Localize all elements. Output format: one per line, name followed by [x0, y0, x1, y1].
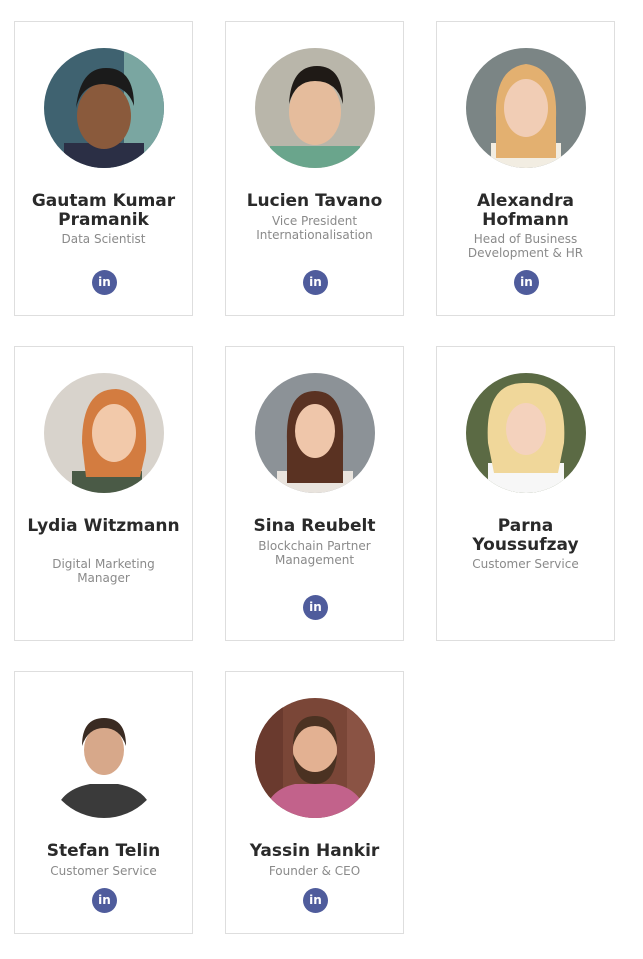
member-role: Customer Service — [472, 557, 579, 571]
member-name: Stefan Telin — [46, 841, 161, 861]
linkedin-icon[interactable]: in — [303, 888, 328, 913]
member-name: Lydia Witzmann — [27, 516, 180, 536]
avatar — [44, 373, 164, 493]
linkedin-icon[interactable]: in — [92, 270, 117, 295]
member-role: Data Scientist — [61, 232, 146, 246]
member-name: Parna Youssufzay — [472, 516, 579, 555]
avatar — [44, 48, 164, 168]
linkedin-icon[interactable]: in — [303, 270, 328, 295]
member-name: Alexandra Hofmann — [476, 191, 575, 230]
team-card: Sina Reubelt Blockchain Partner Manageme… — [225, 346, 404, 641]
member-name: Yassin Hankir — [249, 841, 380, 861]
avatar — [44, 698, 164, 818]
avatar — [255, 698, 375, 818]
member-role: Digital Marketing Manager — [52, 557, 155, 585]
linkedin-icon[interactable]: in — [92, 888, 117, 913]
linkedin-icon[interactable]: in — [303, 595, 328, 620]
avatar — [466, 373, 586, 493]
team-card: Alexandra Hofmann Head of Business Devel… — [436, 21, 615, 316]
team-card: Gautam Kumar Pramanik Data Scientist in — [14, 21, 193, 316]
avatar — [466, 48, 586, 168]
team-card: Lucien Tavano Vice President Internation… — [225, 21, 404, 316]
member-name: Gautam Kumar Pramanik — [31, 191, 176, 230]
member-role: Founder & CEO — [268, 864, 361, 878]
team-card: Yassin Hankir Founder & CEO in — [225, 671, 404, 934]
member-role: Head of Business Development & HR — [467, 232, 584, 260]
member-name: Sina Reubelt — [253, 516, 376, 536]
member-role: Blockchain Partner Management — [258, 539, 371, 567]
avatar — [255, 48, 375, 168]
avatar — [255, 373, 375, 493]
linkedin-icon[interactable]: in — [514, 270, 539, 295]
team-card: Lydia Witzmann Digital Marketing Manager — [14, 346, 193, 641]
member-role: Customer Service — [50, 864, 157, 878]
member-role: Vice President Internationalisation — [256, 214, 373, 242]
member-name: Lucien Tavano — [246, 191, 383, 211]
team-card: Parna Youssufzay Customer Service — [436, 346, 615, 641]
team-card: Stefan Telin Customer Service in — [14, 671, 193, 934]
